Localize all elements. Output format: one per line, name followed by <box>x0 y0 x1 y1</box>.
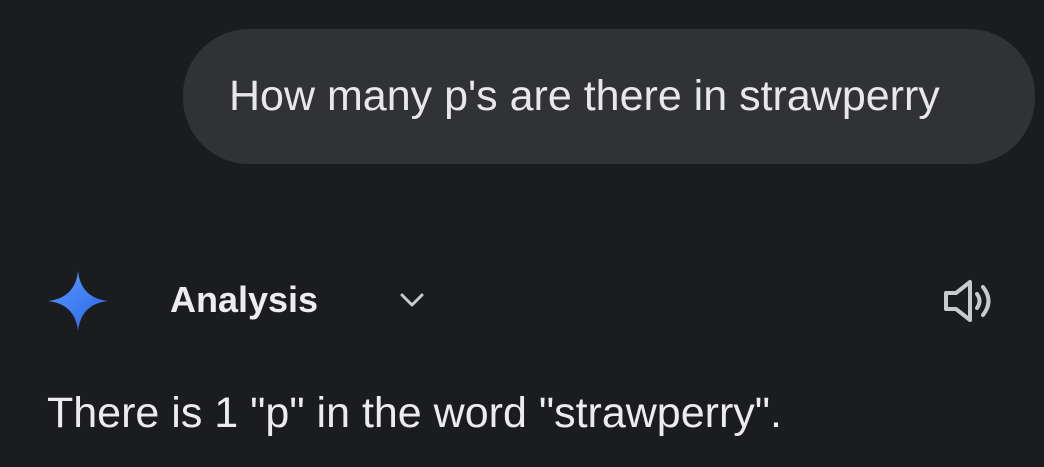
analysis-label: Analysis <box>170 279 319 320</box>
user-message-bubble: How many p's are there in strawperry <box>183 29 1035 164</box>
user-message-text: How many p's are there in strawperry <box>229 72 940 120</box>
chevron-down-icon <box>400 293 424 307</box>
gemini-sparkle-icon <box>48 271 108 331</box>
response-header: Analysis <box>0 262 1044 338</box>
response-text: There is 1 "p" in the word "strawperry". <box>47 389 782 437</box>
speaker-icon[interactable] <box>940 276 998 326</box>
analysis-toggle[interactable]: Analysis <box>158 272 448 328</box>
